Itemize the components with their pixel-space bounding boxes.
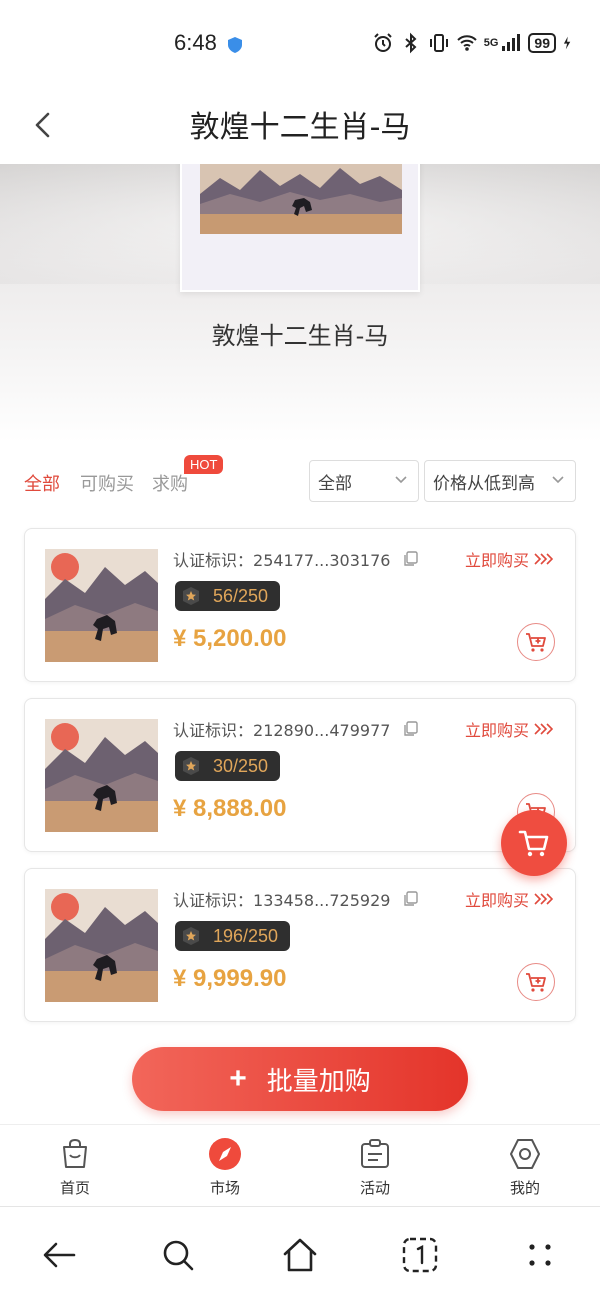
nav-activity[interactable]: 活动	[325, 1137, 425, 1198]
system-back-icon[interactable]	[40, 1235, 80, 1275]
listing-card[interactable]: 认证标识：212890...479977 立即购买 30/250 ¥ 8,888…	[24, 698, 576, 852]
system-menu-icon[interactable]	[520, 1235, 560, 1275]
edition-number: 56/250	[213, 585, 269, 606]
compass-icon	[209, 1138, 241, 1170]
triple-chevron-icon	[534, 893, 553, 905]
nav-mine[interactable]: 我的	[475, 1137, 575, 1198]
cert-text: 认证标识：254177...303176	[173, 547, 390, 571]
buy-now-label: 立即购买	[464, 551, 529, 570]
clipboard-icon	[361, 1139, 389, 1168]
price: ¥ 5,200.00	[173, 625, 287, 652]
edition-number: 196/250	[213, 925, 279, 946]
bottom-nav: 首页 市场 活动 我的	[0, 1124, 600, 1206]
hot-badge: HOT	[184, 455, 224, 474]
bulk-add-label: 批量加购	[266, 1066, 371, 1097]
buy-now-label: 立即购买	[464, 891, 529, 910]
add-to-cart-button[interactable]	[517, 623, 555, 661]
star-medal-icon	[183, 587, 199, 605]
price: ¥ 8,888.00	[173, 795, 287, 822]
buy-now-link[interactable]: 立即购买	[465, 717, 553, 741]
add-to-cart-button[interactable]	[517, 963, 555, 1001]
copy-icon[interactable]	[403, 551, 419, 567]
system-nav-bar	[0, 1206, 600, 1300]
charging-icon	[563, 36, 571, 50]
chevron-down-icon	[552, 476, 564, 484]
star-medal-icon	[183, 757, 199, 775]
tab-available[interactable]: 可购买	[80, 470, 134, 496]
cert-label: 认证标识：	[173, 721, 254, 740]
cart-plus-icon	[526, 633, 546, 652]
plus-icon: +	[229, 1062, 247, 1095]
nav-activity-label: 活动	[359, 1179, 390, 1197]
cert-id: 254177...303176	[253, 551, 391, 570]
bulk-add-button[interactable]: + 批量加购	[132, 1047, 468, 1111]
tab-wanted[interactable]: 求购	[152, 470, 188, 496]
nav-home[interactable]: 首页	[25, 1137, 125, 1198]
top-header: 敦煌十二生肖-马	[0, 88, 600, 164]
copy-icon[interactable]	[403, 891, 419, 907]
signal-icon	[502, 34, 521, 51]
cert-label: 认证标识：	[173, 891, 254, 910]
edition-badge: 56/250	[175, 581, 281, 611]
category-dropdown-value: 全部	[318, 473, 352, 494]
hero-name: 敦煌十二生肖-马	[211, 322, 389, 350]
star-medal-icon	[183, 927, 199, 945]
chevron-down-icon	[395, 476, 407, 484]
battery-indicator: 99	[528, 33, 556, 53]
system-search-icon[interactable]	[158, 1235, 198, 1275]
nav-market[interactable]: 市场	[175, 1137, 275, 1198]
cert-text: 认证标识：212890...479977	[173, 717, 390, 741]
cart-icon	[518, 830, 549, 857]
triple-chevron-icon	[534, 553, 553, 565]
status-time: 6:48	[174, 30, 217, 55]
listing-card[interactable]: 认证标识：133458...725929 立即购买 196/250 ¥ 9,99…	[24, 868, 576, 1022]
sort-dropdown[interactable]: 价格从低到高	[424, 460, 576, 502]
category-dropdown[interactable]: 全部	[309, 460, 419, 502]
edition-badge: 30/250	[175, 751, 281, 781]
edition-badge: 196/250	[175, 921, 291, 951]
copy-icon[interactable]	[403, 721, 419, 737]
alarm-icon	[374, 33, 392, 52]
artwork-thumbnail	[45, 549, 158, 662]
sort-dropdown-value: 价格从低到高	[433, 473, 535, 494]
bluetooth-icon	[405, 32, 417, 54]
vibrate-icon	[429, 34, 448, 52]
page-title: 敦煌十二生肖-马	[189, 110, 411, 145]
buy-now-label: 立即购买	[464, 721, 529, 740]
artwork-thumbnail	[45, 889, 158, 1002]
system-home-icon[interactable]	[280, 1235, 320, 1275]
wifi-icon	[457, 35, 477, 51]
buy-now-link[interactable]: 立即购买	[465, 887, 553, 911]
status-bar: 6:48 5G 99	[0, 0, 600, 88]
edition-number: 30/250	[213, 755, 269, 776]
cert-id: 212890...479977	[253, 721, 391, 740]
floating-cart-button[interactable]	[501, 810, 567, 876]
listing-card[interactable]: 认证标识：254177...303176 立即购买 56/250 ¥ 5,200…	[24, 528, 576, 682]
triple-chevron-icon	[534, 723, 553, 735]
system-tabs-icon[interactable]	[400, 1235, 440, 1275]
shield-icon	[228, 37, 242, 53]
nav-mine-label: 我的	[509, 1179, 540, 1197]
hexagon-icon	[510, 1139, 540, 1169]
network-type: 5G	[483, 37, 499, 49]
tab-all[interactable]: 全部	[24, 470, 60, 496]
price: ¥ 9,999.90	[173, 965, 287, 992]
filter-bar: 全部 可购买 求购 全部 价格从低到高	[0, 456, 600, 512]
bag-icon	[63, 1138, 87, 1168]
nav-home-label: 首页	[59, 1179, 90, 1197]
cert-label: 认证标识：	[173, 551, 254, 570]
nav-market-label: 市场	[209, 1179, 240, 1197]
artwork-thumbnail	[45, 719, 158, 832]
status-icons: 5G 99	[372, 32, 576, 54]
cert-id: 133458...725929	[253, 891, 391, 910]
buy-now-link[interactable]: 立即购买	[465, 547, 553, 571]
hero-banner: 敦煌十二生肖-马	[0, 164, 600, 442]
cart-plus-icon	[526, 973, 546, 992]
cert-text: 认证标识：133458...725929	[173, 887, 390, 911]
hero-artwork-image	[200, 164, 402, 234]
hero-artwork-frame[interactable]	[180, 164, 420, 292]
